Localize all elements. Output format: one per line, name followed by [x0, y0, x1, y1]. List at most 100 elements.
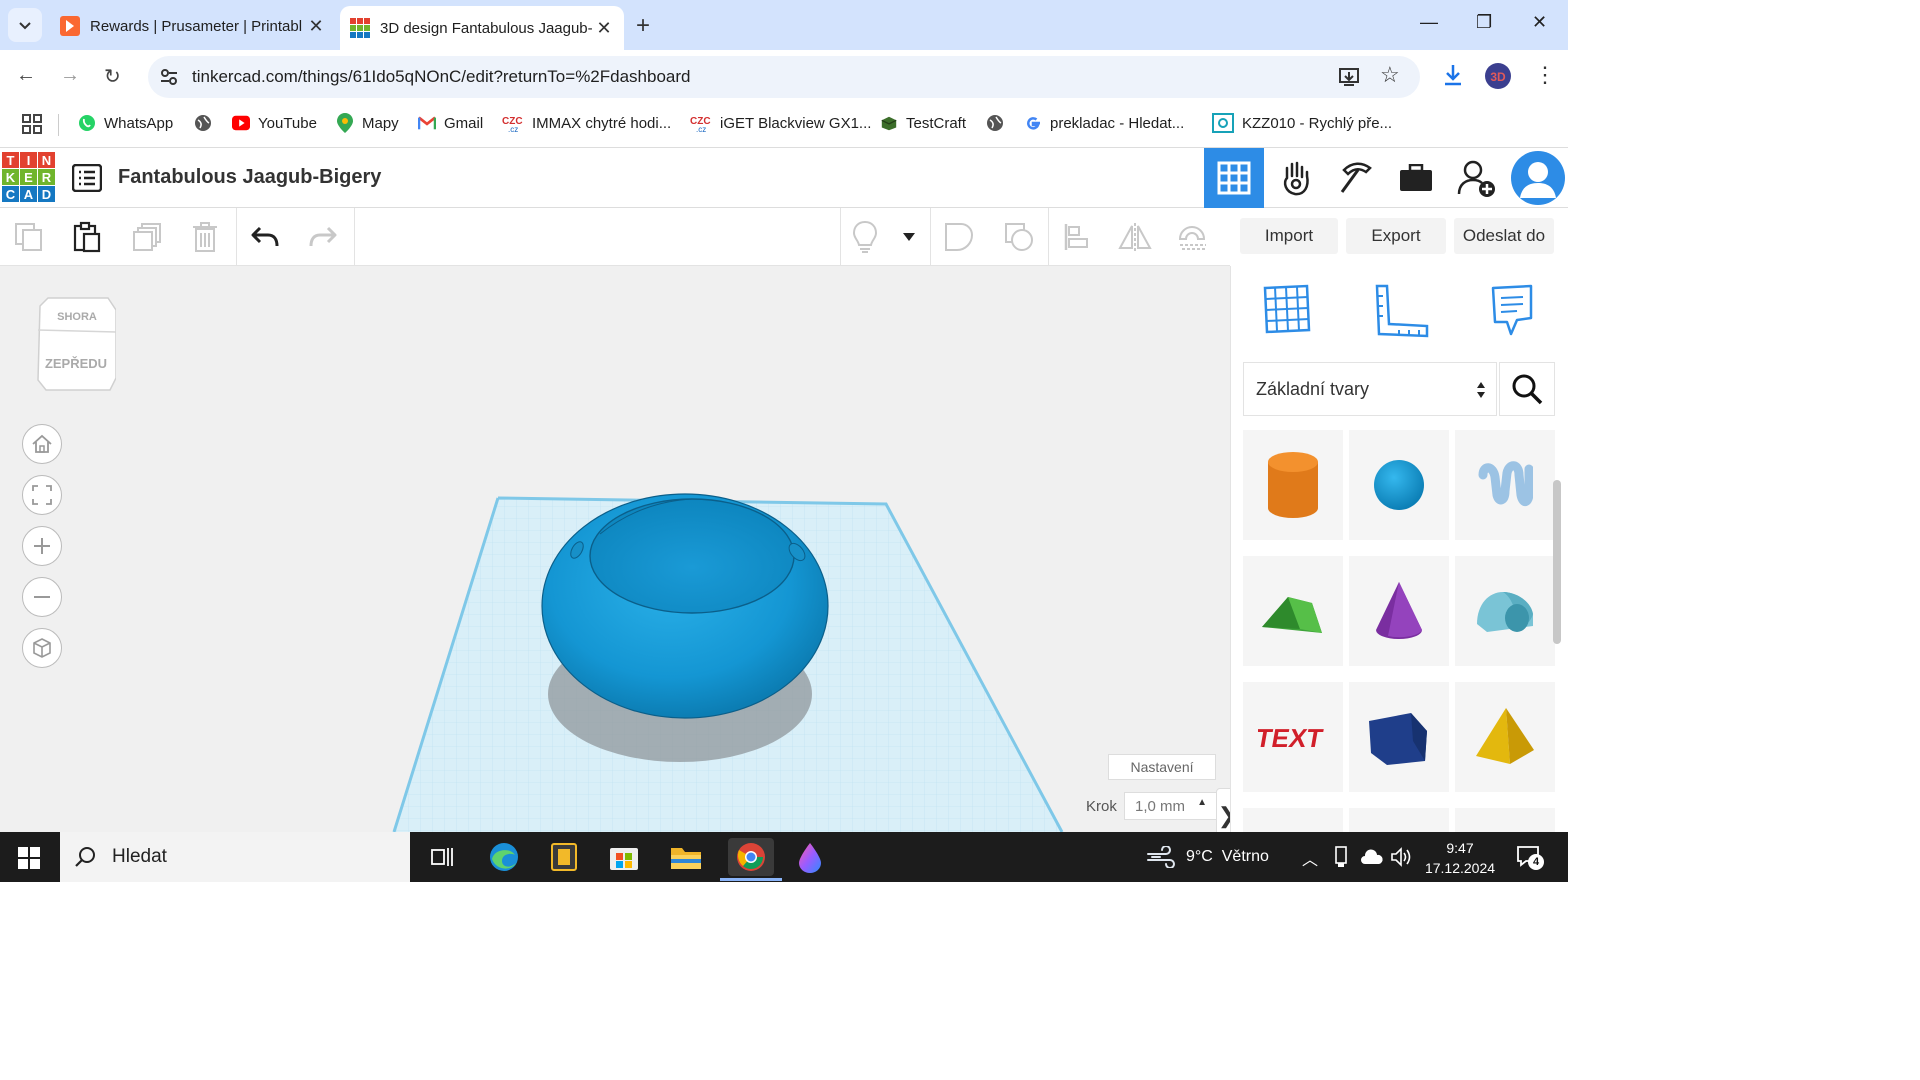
address-bar[interactable]: tinkercad.com/things/61Ido5qNOnC/edit?re… — [148, 56, 1420, 98]
restore-icon[interactable]: ❐ — [1476, 12, 1492, 33]
show-dropdown-button[interactable] — [894, 220, 924, 254]
shape-cell-partial[interactable] — [1455, 808, 1555, 832]
bookmark-gmail[interactable]: Gmail — [418, 114, 483, 132]
bookmark-prekladac[interactable]: prekladac - Hledat... — [1024, 114, 1184, 132]
bowl-object[interactable] — [541, 493, 829, 719]
design-title[interactable]: Fantabulous Jaagub-Bigery — [118, 166, 381, 189]
home-view-button[interactable] — [22, 424, 62, 464]
apps-grid-icon[interactable] — [22, 114, 42, 134]
step-select[interactable]: 1,0 mm ▲ — [1124, 792, 1218, 820]
close-window-icon[interactable]: ✕ — [1532, 12, 1547, 33]
duplicate-button[interactable] — [130, 220, 164, 254]
sphere-shape[interactable] — [1349, 430, 1449, 540]
group-button[interactable] — [942, 220, 976, 254]
paste-button[interactable] — [70, 220, 104, 254]
panel-scrollbar[interactable] — [1553, 480, 1561, 644]
explorer-app[interactable] — [666, 838, 706, 876]
back-icon[interactable]: ← — [16, 64, 36, 87]
cone-shape[interactable] — [1349, 556, 1449, 666]
taskbar-search[interactable]: Hledat — [60, 832, 410, 882]
tray-chevron-up-icon[interactable]: ︿ — [1302, 846, 1318, 870]
tab-search-button[interactable] — [8, 8, 42, 42]
bookmark-star-icon[interactable]: ☆ — [1380, 62, 1400, 88]
align-button[interactable] — [1060, 220, 1094, 254]
bookmark-iget[interactable]: CZC .cz iGET Blackview GX1... — [690, 114, 871, 133]
usb-drive-icon[interactable] — [1334, 846, 1348, 868]
menu-kebab-icon[interactable]: ⋮ — [1534, 62, 1556, 88]
shape-cell-partial[interactable] — [1243, 808, 1343, 832]
tab-rewards[interactable]: Rewards | Prusameter | Printabl ✕ — [50, 6, 336, 46]
minimize-icon[interactable]: — — [1420, 12, 1438, 33]
forward-icon[interactable]: → — [60, 64, 80, 87]
edge-app[interactable] — [484, 838, 524, 876]
projects-button[interactable] — [1386, 148, 1446, 208]
view-cube-front-label[interactable]: ZEPŘEDU — [45, 356, 107, 371]
blocks-button[interactable] — [1266, 148, 1326, 208]
onedrive-icon[interactable] — [1360, 848, 1384, 866]
site-info-icon[interactable] — [158, 66, 180, 88]
redo-button[interactable] — [306, 220, 340, 254]
bookmark-mapy[interactable]: Mapy — [336, 113, 399, 133]
import-button[interactable]: Import — [1240, 218, 1338, 254]
bookmark-immax[interactable]: CZC .cz IMMAX chytré hodi... — [502, 114, 671, 133]
ungroup-button[interactable] — [1002, 220, 1036, 254]
new-tab-button[interactable]: + — [636, 12, 650, 40]
store-app[interactable] — [604, 838, 644, 876]
shape-search-button[interactable] — [1499, 362, 1555, 416]
zoom-out-button[interactable] — [22, 577, 62, 617]
show-all-button[interactable] — [848, 220, 882, 254]
bookmark-whatsapp[interactable]: WhatsApp — [78, 114, 173, 132]
text-shape[interactable]: TEXT — [1243, 682, 1343, 792]
paint-app[interactable] — [790, 838, 830, 876]
polygon-shape[interactable] — [1349, 682, 1449, 792]
notifications-button[interactable]: 4 — [1516, 844, 1544, 870]
delete-button[interactable] — [188, 220, 222, 254]
design-list-icon[interactable] — [72, 164, 102, 192]
bookmark-globe-2[interactable] — [986, 114, 1012, 132]
windows-start-icon[interactable] — [18, 847, 40, 869]
view-cube-top-label[interactable]: SHORA — [57, 311, 97, 323]
fit-view-button[interactable] — [22, 475, 62, 515]
pyramid-shape[interactable] — [1455, 682, 1555, 792]
weather-widget[interactable]: 9°C Větrno — [1146, 832, 1269, 882]
3d-view-button[interactable] — [1204, 148, 1264, 208]
notes-tool-icon[interactable] — [1489, 284, 1535, 338]
user-avatar[interactable] — [1508, 148, 1568, 208]
workplane-canvas[interactable] — [0, 266, 1230, 832]
view-cube[interactable]: SHORA ZEPŘEDU — [36, 296, 116, 392]
download-icon[interactable] — [1440, 62, 1466, 88]
workplane[interactable]: SHORA ZEPŘEDU Nastavení Krok 1,0 mm ▲ ❯ — [0, 266, 1230, 832]
chrome-app[interactable] — [728, 838, 774, 876]
bookmark-testcraft[interactable]: TestCraft — [880, 114, 966, 132]
close-icon[interactable]: ✕ — [594, 18, 614, 39]
tinkercad-logo[interactable]: T I N K E R C A D — [2, 152, 56, 204]
bookmark-kzz010[interactable]: KZZ010 - Rychlý pře... — [1212, 113, 1392, 133]
cruise-button[interactable] — [1176, 220, 1210, 254]
settings-button[interactable]: Nastavení — [1108, 754, 1216, 780]
mirror-button[interactable] — [1118, 220, 1152, 254]
scribble-shape[interactable] — [1455, 430, 1555, 540]
roof-shape[interactable] — [1243, 556, 1343, 666]
task-view-button[interactable] — [422, 838, 462, 876]
ruler-tool-icon[interactable] — [1373, 284, 1429, 338]
export-button[interactable]: Export — [1346, 218, 1446, 254]
tab-tinkercad[interactable]: 3D design Fantabulous Jaagub- ✕ — [340, 6, 624, 50]
perspective-button[interactable] — [22, 628, 62, 668]
collapse-panel-button[interactable]: ❯ — [1216, 788, 1230, 832]
invite-user-button[interactable] — [1446, 148, 1506, 208]
workplane-tool-icon[interactable] — [1261, 284, 1313, 336]
clock[interactable]: 9:47 17.12.2024 — [1416, 838, 1504, 878]
notes-app[interactable] — [544, 838, 584, 876]
reload-icon[interactable]: ↻ — [104, 64, 121, 89]
close-icon[interactable]: ✕ — [306, 16, 326, 37]
volume-icon[interactable] — [1390, 846, 1412, 868]
shape-cell-partial[interactable] — [1349, 808, 1449, 832]
round-roof-shape[interactable] — [1455, 556, 1555, 666]
bookmark-globe[interactable] — [194, 114, 220, 132]
copy-button[interactable] — [12, 220, 46, 254]
bookmark-youtube[interactable]: YouTube — [232, 114, 317, 132]
bricks-button[interactable] — [1326, 148, 1386, 208]
send-to-button[interactable]: Odeslat do — [1454, 218, 1554, 254]
undo-button[interactable] — [248, 220, 282, 254]
install-app-icon[interactable] — [1338, 66, 1360, 88]
